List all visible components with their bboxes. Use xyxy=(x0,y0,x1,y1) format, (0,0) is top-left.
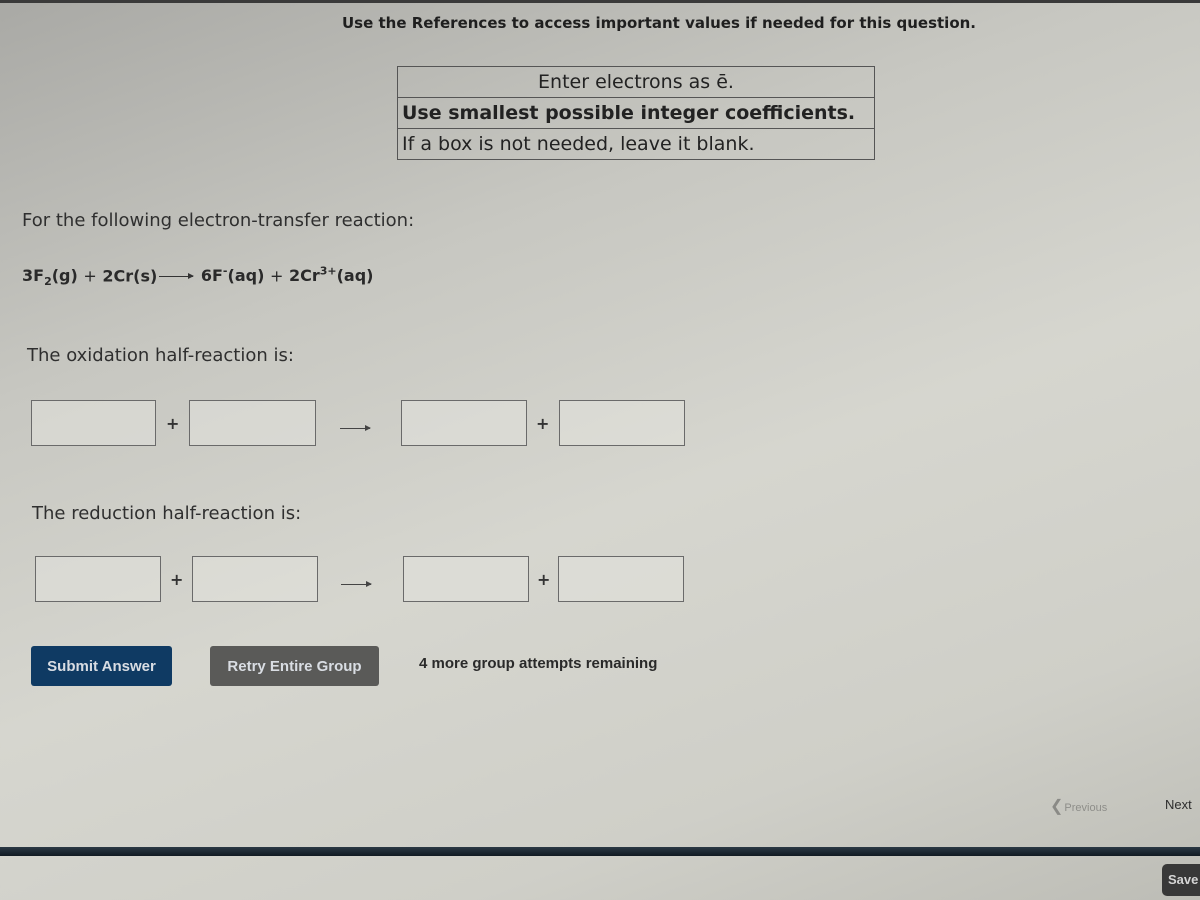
reduction-label: The reduction half-reaction is: xyxy=(32,503,302,524)
instruction-electrons: Enter electrons as ē. xyxy=(398,67,874,98)
footer-divider xyxy=(0,847,1200,856)
reduction-plus-right: + xyxy=(537,570,551,589)
oxidation-product-1-input[interactable] xyxy=(401,400,527,446)
retry-entire-group-button[interactable]: Retry Entire Group xyxy=(210,646,379,686)
instruction-blank-box: If a box is not needed, leave it blank. xyxy=(402,133,755,155)
equation-plus: + xyxy=(83,266,97,286)
equation-plus-2: + xyxy=(269,266,284,286)
reactant-f2: 3F2(g) xyxy=(22,266,78,289)
oxidation-arrow-icon xyxy=(340,425,371,431)
oxidation-reactant-1-input[interactable] xyxy=(31,400,156,446)
instructions-box: Enter electrons as ē. Use smallest poss… xyxy=(397,66,875,160)
reduction-arrow-icon xyxy=(341,581,372,587)
previous-button[interactable]: ❮Previous xyxy=(1050,796,1107,816)
overall-equation: 3F2(g) + 2Cr(s) 6F-(aq) + 2Cr3+(aq) xyxy=(22,265,373,289)
oxidation-plus-right: + xyxy=(536,414,550,433)
oxidation-reactant-2-input[interactable] xyxy=(189,400,316,446)
product-f-ion: 6F-(aq) xyxy=(200,265,265,286)
question-prompt: For the following electron-transfer reac… xyxy=(22,210,415,231)
oxidation-label: The oxidation half-reaction is: xyxy=(27,345,294,366)
reduction-product-2-input[interactable] xyxy=(558,556,684,602)
chevron-left-icon: ❮ xyxy=(1050,798,1064,815)
oxidation-product-2-input[interactable] xyxy=(559,400,685,446)
product-cr-ion: 2Cr3+(aq) xyxy=(288,265,374,286)
reduction-plus-left: + xyxy=(170,570,184,589)
reduction-product-1-input[interactable] xyxy=(403,556,529,602)
reduction-reactant-1-input[interactable] xyxy=(35,556,161,602)
save-button[interactable]: Save xyxy=(1162,864,1200,896)
top-border xyxy=(0,0,1200,3)
reaction-arrow-icon xyxy=(159,273,195,280)
reduction-reactant-2-input[interactable] xyxy=(192,556,318,602)
submit-answer-button[interactable]: Submit Answer xyxy=(31,646,172,686)
reactant-cr: 2Cr(s) xyxy=(102,266,158,286)
instruction-coefficients: Use smallest possible integer coefficien… xyxy=(398,98,874,129)
next-button[interactable]: Next xyxy=(1165,797,1192,812)
references-notice: Use the References to access important v… xyxy=(342,14,976,32)
oxidation-plus-left: + xyxy=(166,414,180,433)
attempts-remaining: 4 more group attempts remaining xyxy=(419,655,658,672)
previous-label: Previous xyxy=(1064,802,1108,814)
